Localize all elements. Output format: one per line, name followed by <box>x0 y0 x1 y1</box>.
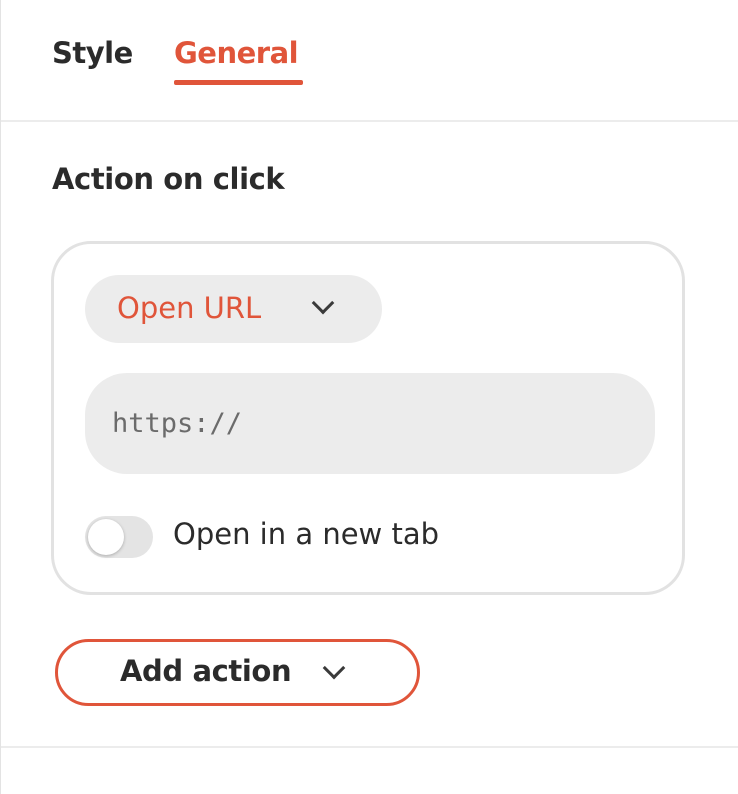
action-type-select[interactable]: Open URL <box>85 275 382 343</box>
new-tab-toggle[interactable] <box>85 516 153 558</box>
active-tab-indicator <box>174 80 303 85</box>
add-action-label: Add action <box>120 654 292 688</box>
divider <box>1 746 738 748</box>
url-input[interactable] <box>85 373 655 474</box>
tab-style[interactable]: Style <box>52 36 133 70</box>
action-type-label: Open URL <box>117 291 262 325</box>
add-action-button[interactable]: Add action <box>55 639 420 706</box>
toggle-knob <box>88 519 124 555</box>
divider <box>1 120 738 122</box>
tab-general[interactable]: General <box>174 36 299 70</box>
chevron-down-icon <box>322 656 346 680</box>
chevron-down-icon <box>311 291 335 315</box>
section-title: Action on click <box>52 162 285 196</box>
new-tab-label: Open in a new tab <box>173 517 440 551</box>
